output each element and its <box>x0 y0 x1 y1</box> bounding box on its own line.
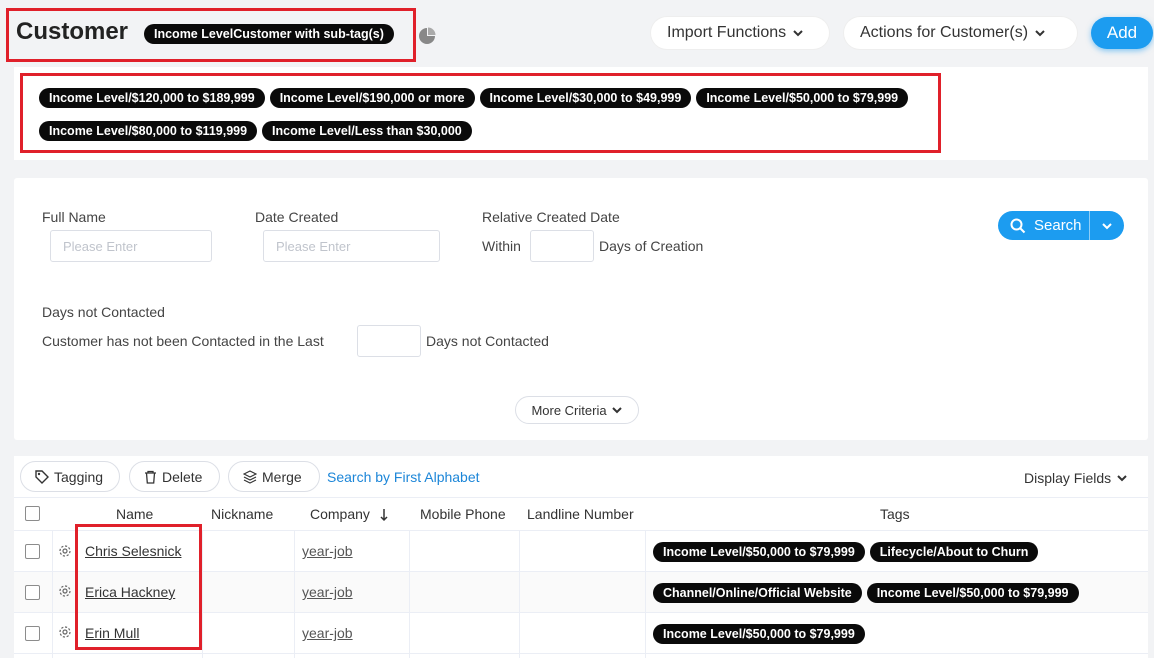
actions-for-customers-button[interactable]: Actions for Customer(s) <box>844 17 1077 49</box>
row-tags: Channel/Online/Official Website Income L… <box>653 583 1079 603</box>
search-by-alphabet-link[interactable]: Search by First Alphabet <box>327 469 480 485</box>
chevron-down-icon <box>1035 30 1045 37</box>
gear-icon[interactable] <box>58 625 72 639</box>
row-tags: Income Level/$50,000 to $79,999 <box>653 624 865 644</box>
column-header-nickname[interactable]: Nickname <box>211 506 273 522</box>
within-label: Within <box>482 238 521 254</box>
search-button[interactable]: Search <box>998 211 1124 240</box>
tag-icon <box>35 469 49 484</box>
chevron-down-icon <box>1117 475 1127 482</box>
column-header-name[interactable]: Name <box>116 506 153 522</box>
column-header-landline[interactable]: Landline Number <box>527 506 634 522</box>
search-label: Search <box>1034 217 1082 234</box>
days-of-creation-label: Days of Creation <box>599 238 704 254</box>
column-separator <box>409 531 410 658</box>
merge-label: Merge <box>262 468 302 485</box>
customer-tag[interactable]: Income Level/$50,000 to $79,999 <box>866 583 1079 603</box>
table-divider <box>14 497 1148 498</box>
chevron-down-icon <box>1102 222 1112 229</box>
within-days-input[interactable] <box>530 230 594 262</box>
actions-label: Actions for Customer(s) <box>860 24 1029 41</box>
customer-tag[interactable]: Income Level/$50,000 to $79,999 <box>653 542 865 562</box>
column-separator <box>294 531 295 658</box>
date-created-label: Date Created <box>255 209 339 225</box>
chevron-down-icon <box>793 30 803 37</box>
date-created-input[interactable]: Please Enter <box>263 230 440 262</box>
full-name-label: Full Name <box>42 209 106 225</box>
delete-label: Delete <box>162 468 203 485</box>
pie-chart-icon[interactable] <box>418 27 436 45</box>
customer-tag[interactable]: Channel/Online/Official Website <box>653 583 862 603</box>
display-fields-label: Display Fields <box>1024 470 1112 486</box>
chevron-down-icon <box>611 407 622 414</box>
tags-highlight <box>20 73 941 153</box>
search-icon <box>1010 218 1026 233</box>
gear-icon[interactable] <box>58 584 72 598</box>
table-divider <box>14 653 1148 654</box>
row-tags: Income Level/$50,000 to $79,999 Lifecycl… <box>653 542 1039 562</box>
not-contacted-prefix: Customer has not been Contacted in the L… <box>42 333 324 349</box>
trash-icon <box>145 470 156 484</box>
tagging-label: Tagging <box>54 468 104 485</box>
not-contacted-days-input[interactable] <box>357 325 421 357</box>
layers-icon <box>243 469 257 484</box>
sort-down-icon[interactable] <box>379 508 389 522</box>
title-highlight <box>6 8 416 62</box>
more-criteria-button[interactable]: More Criteria <box>515 396 639 424</box>
column-separator <box>52 531 53 658</box>
merge-button[interactable]: Merge <box>228 461 320 492</box>
row-checkbox[interactable] <box>25 585 40 600</box>
display-fields-button[interactable]: Display Fields <box>1024 470 1128 486</box>
column-header-tags[interactable]: Tags <box>880 506 910 522</box>
search-dropdown[interactable] <box>1090 220 1124 232</box>
days-not-contacted-title: Days not Contacted <box>42 304 165 320</box>
names-highlight <box>75 524 202 650</box>
customer-tag[interactable]: Income Level/$50,000 to $79,999 <box>653 624 865 644</box>
add-button[interactable]: Add <box>1091 17 1153 49</box>
relative-created-date-label: Relative Created Date <box>482 209 620 225</box>
import-functions-label: Import Functions <box>667 24 787 41</box>
import-functions-button[interactable]: Import Functions <box>651 17 829 49</box>
delete-button[interactable]: Delete <box>129 461 220 492</box>
company-link[interactable]: year-job <box>302 625 353 641</box>
tagging-button[interactable]: Tagging <box>20 461 120 492</box>
not-contacted-suffix: Days not Contacted <box>426 333 549 349</box>
column-header-company[interactable]: Company <box>310 506 370 522</box>
column-separator <box>519 531 520 658</box>
gear-icon[interactable] <box>58 544 72 558</box>
row-checkbox[interactable] <box>25 626 40 641</box>
row-checkbox[interactable] <box>25 544 40 559</box>
column-separator <box>202 531 203 658</box>
column-separator <box>645 531 646 658</box>
column-header-mobile-phone[interactable]: Mobile Phone <box>420 506 506 522</box>
company-link[interactable]: year-job <box>302 543 353 559</box>
full-name-input[interactable]: Please Enter <box>50 230 212 262</box>
more-criteria-label: More Criteria <box>531 402 607 418</box>
company-link[interactable]: year-job <box>302 584 353 600</box>
select-all-checkbox[interactable] <box>25 506 40 521</box>
search-main[interactable]: Search <box>998 211 1090 240</box>
customer-tag[interactable]: Lifecycle/About to Churn <box>869 542 1039 562</box>
